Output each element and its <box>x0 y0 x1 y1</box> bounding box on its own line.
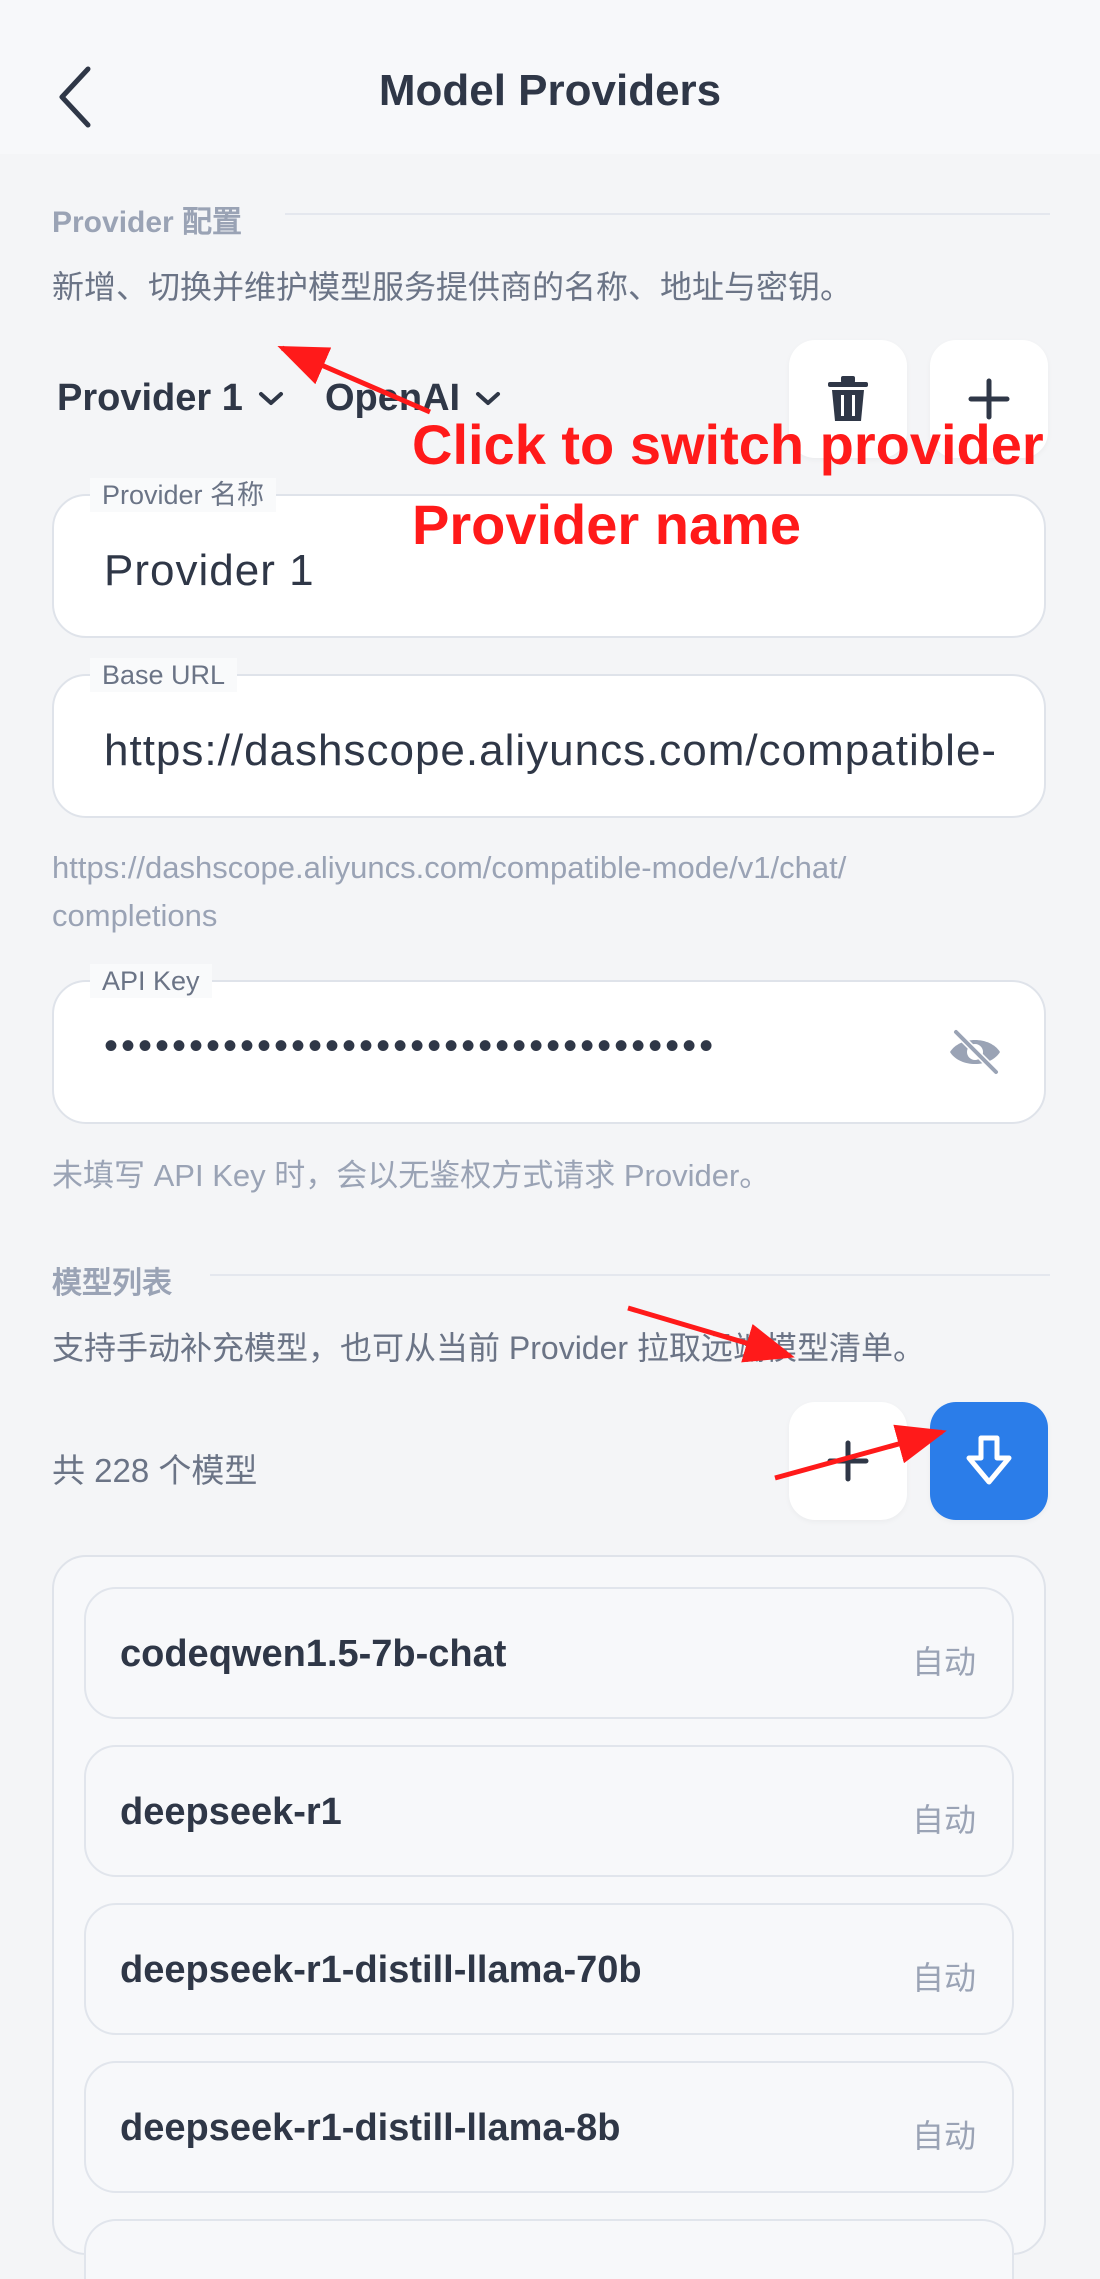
annotation-arrows <box>277 345 947 1481</box>
list-item[interactable] <box>84 2219 1014 2279</box>
arrow-to-model-description <box>627 1305 795 1363</box>
arrow-to-provider-select <box>277 345 431 415</box>
arrow-to-fetch-button <box>774 1424 947 1481</box>
